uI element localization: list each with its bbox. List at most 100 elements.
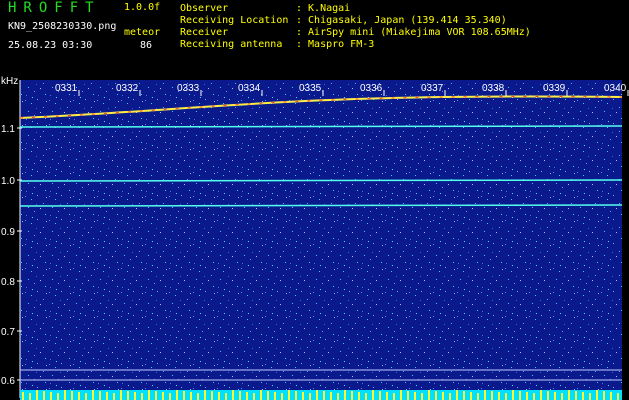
- band-highlight: [134, 392, 136, 400]
- band-highlight: [568, 390, 570, 400]
- app-logo: HROFFT: [8, 0, 101, 16]
- band-highlight: [85, 393, 87, 400]
- band-highlight: [400, 390, 402, 400]
- band-highlight: [302, 392, 304, 400]
- band-highlight: [29, 393, 31, 400]
- band-highlight: [407, 391, 409, 400]
- band-highlight: [113, 393, 115, 400]
- band-highlight: [274, 392, 276, 400]
- band-highlight: [603, 391, 605, 400]
- band-highlight: [211, 391, 213, 400]
- band-highlight: [449, 393, 451, 400]
- band-highlight: [50, 392, 52, 400]
- info-label-receiver: Receiver: [180, 27, 229, 38]
- info-value-location: : Chigasaki, Japan (139.414 35.340): [296, 15, 507, 26]
- band-highlight: [36, 390, 38, 400]
- x-tick-label: 0338: [482, 83, 505, 94]
- signal-line-2: [19, 179, 623, 182]
- y-tick-label: 0.8: [1, 277, 15, 288]
- band-highlight: [533, 393, 535, 400]
- x-tick-label: 0332: [116, 83, 139, 94]
- x-tick-label: 0340: [604, 83, 627, 94]
- y-tick-label: 0.9: [1, 227, 15, 238]
- y-axis-unit: kHz: [1, 76, 18, 87]
- band-highlight: [127, 391, 129, 400]
- bottom-band: [20, 390, 622, 400]
- band-highlight: [190, 392, 192, 400]
- band-highlight: [365, 393, 367, 400]
- band-highlight: [183, 391, 185, 400]
- band-highlight: [267, 391, 269, 400]
- band-highlight: [456, 390, 458, 400]
- band-highlight: [498, 392, 500, 400]
- band-highlight: [575, 391, 577, 400]
- band-highlight: [176, 390, 178, 400]
- band-highlight: [246, 392, 248, 400]
- x-tick-label: 0331: [55, 83, 78, 94]
- band-highlight: [288, 390, 290, 400]
- band-highlight: [526, 392, 528, 400]
- band-highlight: [64, 390, 66, 400]
- header-panel: HROFFT 1.0.0f KN9_2508230330.png 25.08.2…: [0, 0, 629, 74]
- band-highlight: [309, 393, 311, 400]
- info-value-antenna: : Maspro FM-3: [296, 39, 375, 50]
- signal-line-3: [19, 204, 623, 207]
- band-highlight: [519, 391, 521, 400]
- band-highlight: [92, 390, 94, 400]
- band-highlight: [393, 393, 395, 400]
- band-highlight: [71, 391, 73, 400]
- y-tick-label: 0.6: [1, 376, 15, 387]
- band-highlight: [351, 391, 353, 400]
- band-highlight: [169, 393, 171, 400]
- band-highlight: [232, 390, 234, 400]
- band-highlight: [414, 392, 416, 400]
- band-highlight: [477, 393, 479, 400]
- date-time: 25.08.23 03:30: [8, 40, 93, 51]
- info-label-location: Receiving Location: [180, 15, 289, 26]
- band-highlight: [323, 391, 325, 400]
- band-highlight: [547, 391, 549, 400]
- band-highlight: [337, 393, 339, 400]
- signal-line-1: [19, 125, 623, 128]
- waterfall-spectrogram: kHz 1.1 1.0 0.9 0.8 0.7 0.6 0331 0332 0333 0334 0…: [1, 76, 629, 400]
- band-highlight: [22, 392, 24, 400]
- x-tick-label: 0336: [360, 83, 383, 94]
- band-highlight: [484, 390, 486, 400]
- band-highlight: [155, 391, 157, 400]
- band-highlight: [141, 393, 143, 400]
- band-highlight: [428, 390, 430, 400]
- y-tick-label: 0.7: [1, 327, 15, 338]
- band-highlight: [106, 392, 108, 400]
- band-highlight: [505, 393, 507, 400]
- band-highlight: [442, 392, 444, 400]
- band-highlight: [358, 392, 360, 400]
- band-highlight: [330, 392, 332, 400]
- band-highlight: [379, 391, 381, 400]
- x-tick-label: 0333: [177, 83, 200, 94]
- band-highlight: [78, 392, 80, 400]
- band-highlight: [204, 390, 206, 400]
- x-tick-label: 0339: [543, 83, 566, 94]
- band-highlight: [316, 390, 318, 400]
- band-highlight: [197, 393, 199, 400]
- band-highlight: [512, 390, 514, 400]
- y-tick-label: 1.1: [1, 124, 15, 135]
- band-highlight: [225, 393, 227, 400]
- noise-field: [20, 80, 622, 398]
- app-version: 1.0.0f: [124, 2, 161, 13]
- band-highlight: [491, 391, 493, 400]
- band-highlight: [470, 392, 472, 400]
- band-highlight: [540, 390, 542, 400]
- band-highlight: [253, 393, 255, 400]
- band-highlight: [57, 393, 59, 400]
- meteor-label: meteor: [124, 27, 161, 38]
- info-value-observer: : K.Nagai: [296, 3, 351, 14]
- band-highlight: [148, 390, 150, 400]
- band-highlight: [372, 390, 374, 400]
- band-highlight: [554, 392, 556, 400]
- band-highlight: [260, 390, 262, 400]
- band-highlight: [120, 390, 122, 400]
- band-highlight: [162, 392, 164, 400]
- meteor-count: 86: [140, 40, 153, 51]
- band-highlight: [617, 393, 619, 400]
